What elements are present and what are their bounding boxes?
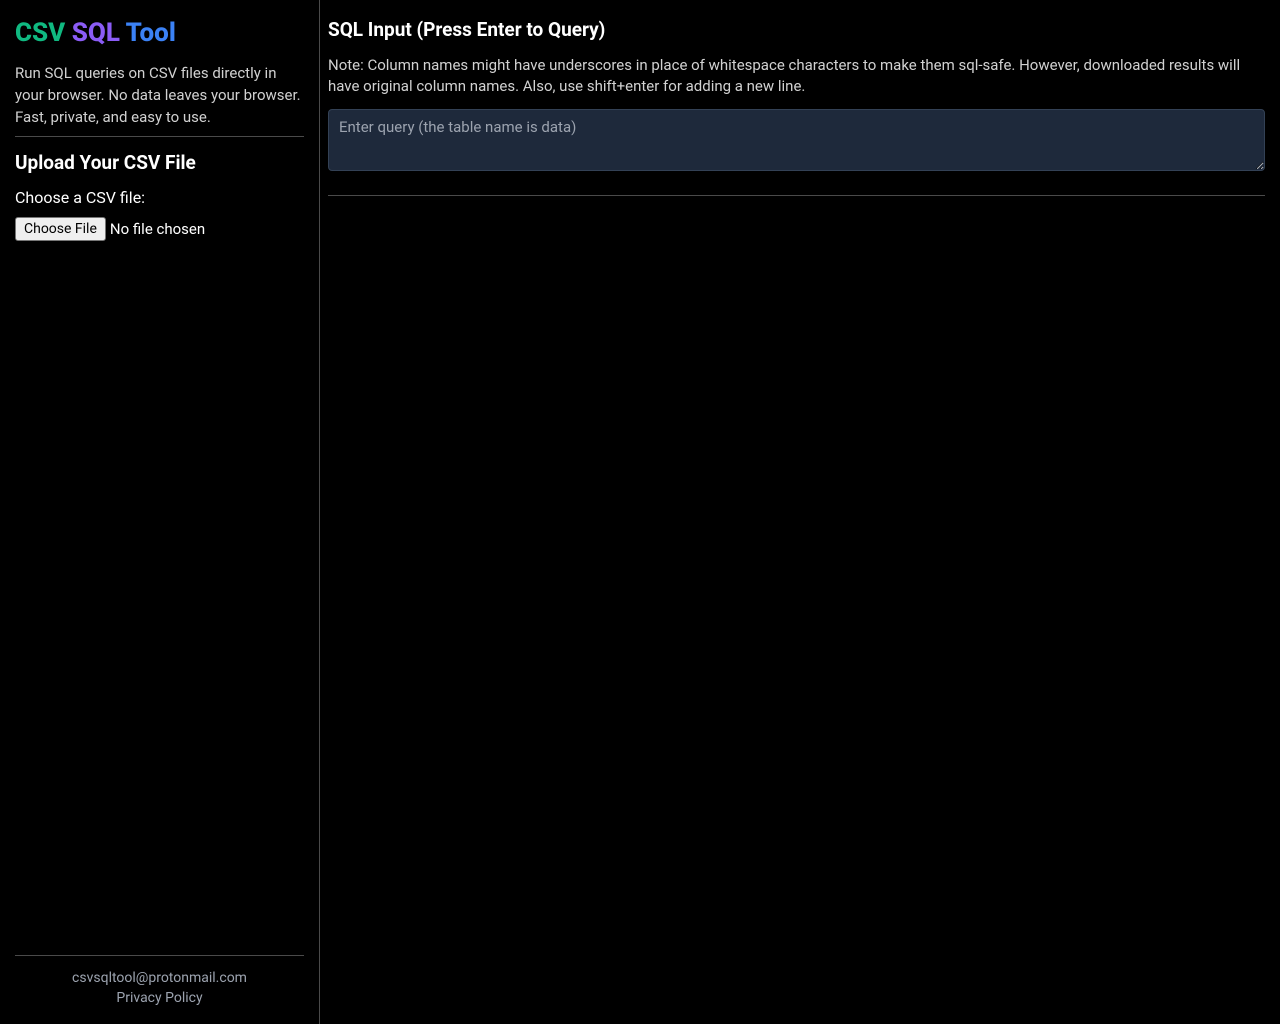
sidebar-top: CSV SQL Tool Run SQL queries on CSV file…	[15, 18, 304, 955]
choose-file-label: Choose a CSV file:	[15, 188, 304, 207]
sql-note-text: Note: Column names might have underscore…	[328, 55, 1265, 97]
file-status-text: No file chosen	[110, 220, 205, 238]
footer-privacy-link[interactable]: Privacy Policy	[15, 990, 304, 1006]
choose-file-button[interactable]: Choose File	[15, 217, 106, 241]
sidebar-divider	[15, 136, 304, 137]
main-content: SQL Input (Press Enter to Query) Note: C…	[320, 0, 1280, 1024]
app-description-line2: Fast, private, and easy to use.	[15, 107, 304, 129]
footer-email: csvsqltool@protonmail.com	[15, 970, 304, 986]
title-word-tool: Tool	[126, 18, 176, 48]
sidebar-footer: csvsqltool@protonmail.com Privacy Policy	[15, 955, 304, 1006]
sql-input-heading: SQL Input (Press Enter to Query)	[328, 18, 1265, 41]
upload-heading: Upload Your CSV File	[15, 151, 304, 174]
main-divider	[328, 195, 1265, 196]
sql-query-input[interactable]	[328, 109, 1265, 171]
title-word-sql: SQL	[72, 18, 120, 48]
file-input-row: Choose File No file chosen	[15, 217, 304, 241]
app-description-line1: Run SQL queries on CSV files directly in…	[15, 63, 304, 107]
title-word-csv: CSV	[15, 18, 65, 48]
app-title: CSV SQL Tool	[15, 18, 304, 49]
sidebar: CSV SQL Tool Run SQL queries on CSV file…	[0, 0, 320, 1024]
